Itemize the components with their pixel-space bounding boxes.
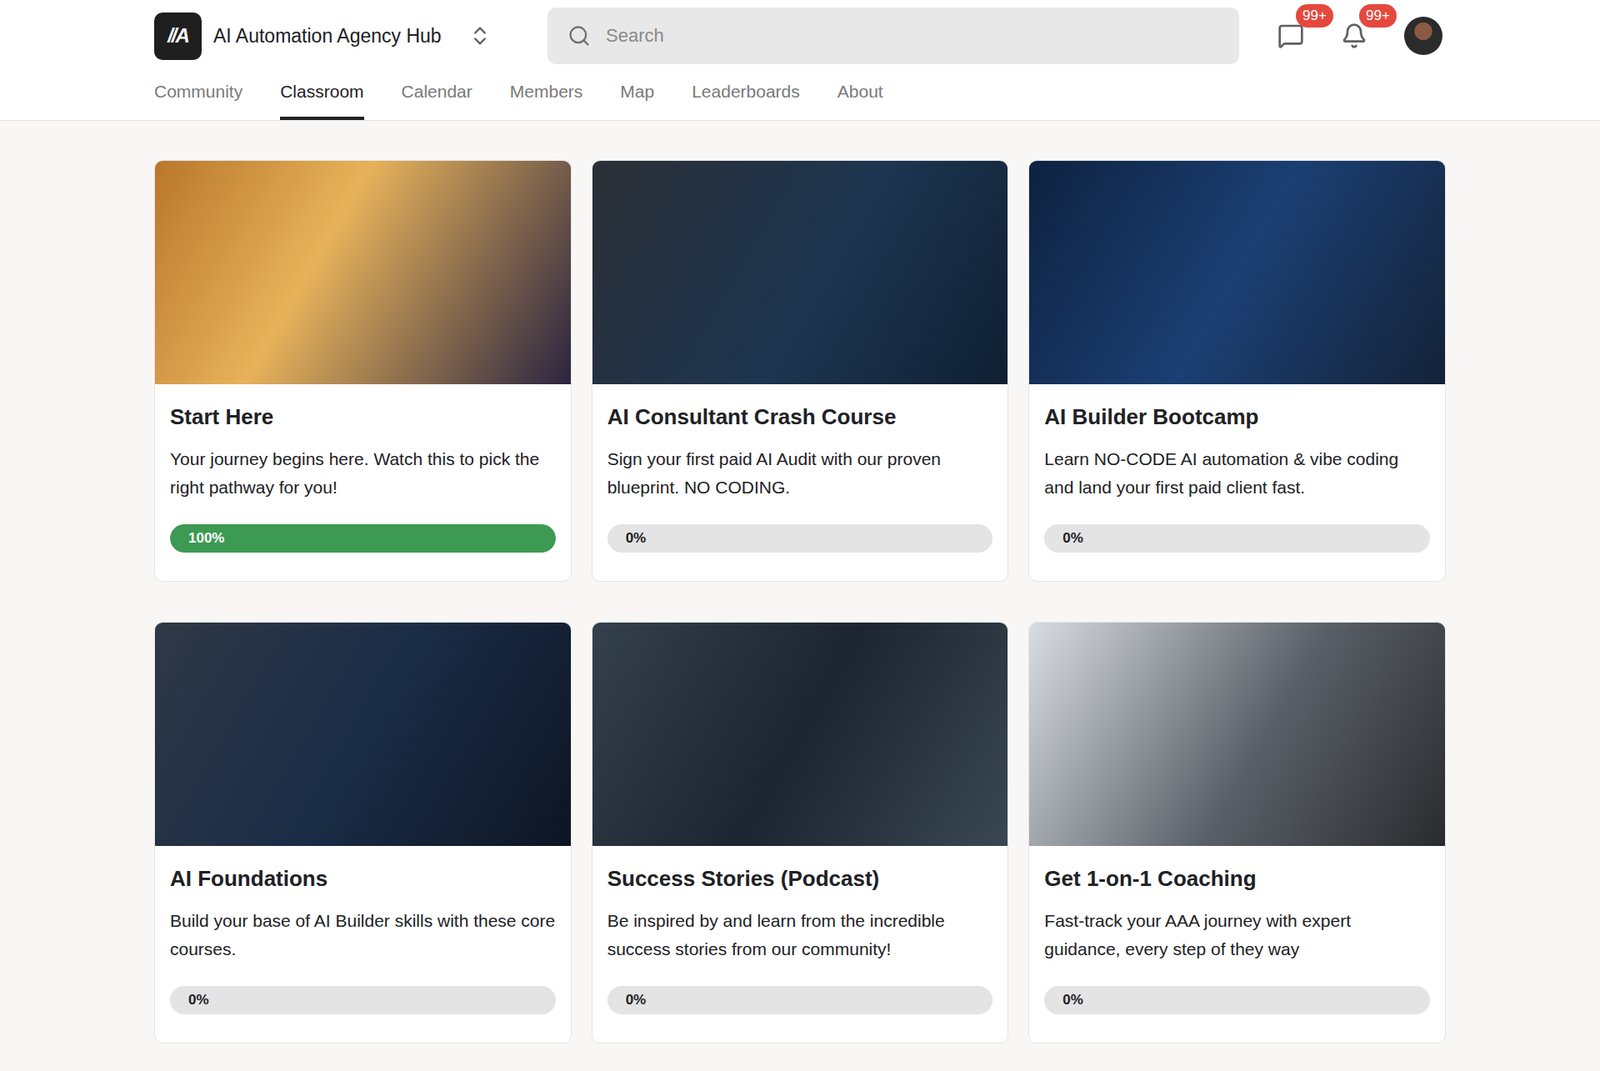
progress-bar: 0% xyxy=(1044,524,1430,553)
course-card[interactable]: Start Here Your journey begins here. Watc… xyxy=(154,160,572,582)
brand[interactable]: //A AI Automation Agency Hub xyxy=(154,12,528,60)
course-card[interactable]: AI Builder Bootcamp Learn NO-CODE AI auto… xyxy=(1028,160,1446,582)
avatar[interactable] xyxy=(1404,16,1443,55)
progress-bar: 0% xyxy=(607,524,994,553)
progress-label: 0% xyxy=(1044,524,1430,553)
progress-fill xyxy=(170,524,556,553)
course-title: Get 1-on-1 Coaching xyxy=(1044,865,1430,892)
notification-badge: 99+ xyxy=(1359,4,1397,28)
course-title: Start Here xyxy=(170,404,556,430)
progress-label: 0% xyxy=(607,524,994,553)
course-card[interactable]: Get 1-on-1 Coaching Fast-track your AAA j… xyxy=(1028,621,1446,1044)
chat-icon xyxy=(1277,22,1305,50)
nav-tabs: Community Classroom Calendar Members Map Lead… xyxy=(154,68,1446,120)
progress-label: 0% xyxy=(1044,985,1430,1015)
search-input[interactable] xyxy=(604,24,1220,48)
course-description: Your journey begins here. Watch this to … xyxy=(170,445,556,502)
course-grid: Start Here Your journey begins here. Watc… xyxy=(154,160,1446,1044)
progress-label: 0% xyxy=(607,985,994,1015)
course-cover xyxy=(1029,622,1445,846)
course-cover xyxy=(1029,160,1445,385)
search-box[interactable] xyxy=(547,7,1240,65)
progress-label: 100% xyxy=(170,524,556,553)
nav-tab[interactable]: Map xyxy=(620,68,655,120)
course-cover xyxy=(592,622,1009,846)
course-title: AI Builder Bootcamp xyxy=(1044,404,1430,430)
group-switcher-icon[interactable] xyxy=(468,24,492,48)
progress-bar: 100% xyxy=(170,524,556,553)
course-card[interactable]: AI Consultant Crash Course Sign your firs… xyxy=(591,160,1010,582)
course-title: AI Foundations xyxy=(170,865,556,892)
course-description: Fast-track your AAA journey with expert … xyxy=(1044,906,1430,964)
bell-icon xyxy=(1340,22,1368,50)
progress-bar: 0% xyxy=(607,985,994,1015)
nav-tab[interactable]: About xyxy=(837,68,884,120)
notifications-button[interactable]: 99+ xyxy=(1340,22,1368,50)
nav-tab[interactable]: Calendar xyxy=(401,68,473,120)
search-icon xyxy=(567,24,591,48)
course-description: Be inspired by and learn from the incred… xyxy=(607,906,994,964)
course-cover xyxy=(155,622,571,846)
course-title: AI Consultant Crash Course xyxy=(607,404,994,430)
group-title[interactable]: AI Automation Agency Hub xyxy=(213,25,442,48)
chat-badge: 99+ xyxy=(1295,4,1334,28)
course-description: Sign your first paid AI Audit with our p… xyxy=(607,445,994,502)
logo[interactable]: //A xyxy=(154,12,202,60)
progress-bar: 0% xyxy=(1044,985,1430,1015)
nav-tab[interactable]: Classroom xyxy=(280,68,364,120)
progress-label: 0% xyxy=(170,985,556,1015)
header: //AAI Automation Agency Hub99+99+Communi… xyxy=(0,0,1600,121)
nav-tab[interactable]: Members xyxy=(510,68,584,120)
course-card[interactable]: Success Stories (Podcast) Be inspired by … xyxy=(591,621,1010,1044)
course-description: Learn NO-CODE AI automation & vibe codin… xyxy=(1044,445,1430,502)
nav-tab[interactable]: Community xyxy=(154,68,243,120)
course-title: Success Stories (Podcast) xyxy=(607,865,994,892)
course-card[interactable]: AI Foundations Build your base of AI Buil… xyxy=(154,621,572,1044)
nav-tab[interactable]: Leaderboards xyxy=(691,68,800,120)
course-cover xyxy=(592,160,1009,385)
chat-button[interactable]: 99+ xyxy=(1277,22,1305,50)
progress-bar: 0% xyxy=(170,985,556,1015)
top-bar: //AAI Automation Agency Hub99+99+ xyxy=(154,0,1446,69)
course-cover xyxy=(155,160,571,385)
course-description: Build your base of AI Builder skills wit… xyxy=(170,906,556,964)
